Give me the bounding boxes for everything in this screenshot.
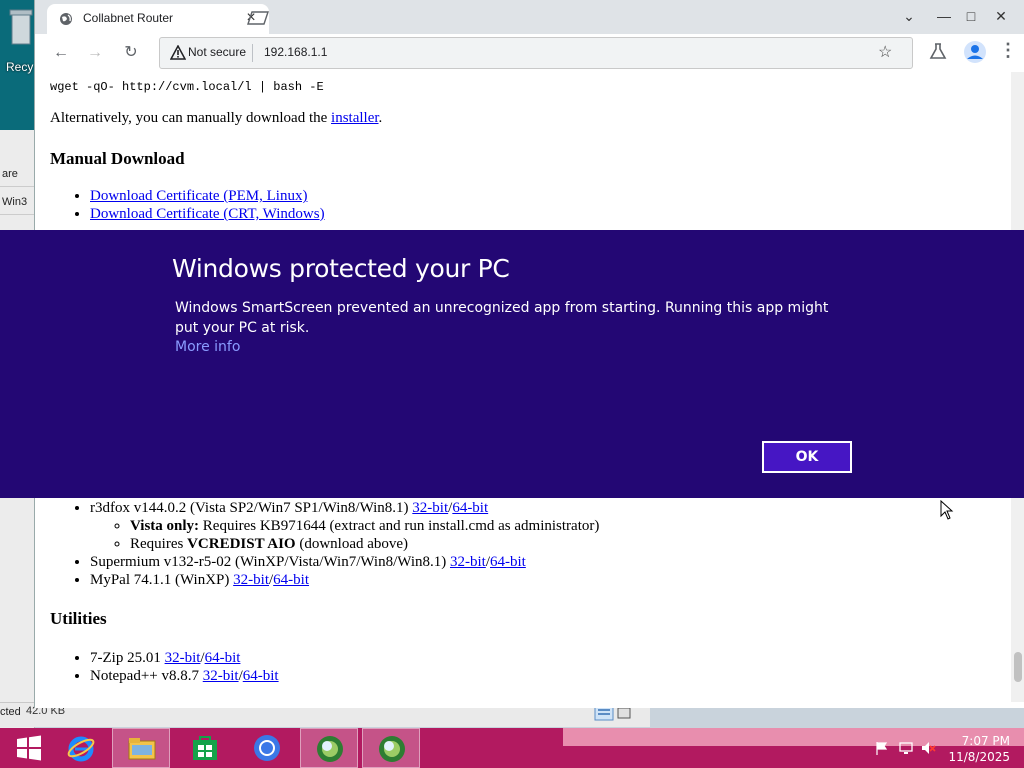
mypal-32bit-link[interactable]: 32-bit <box>233 572 269 588</box>
tab-title: Collabnet Router <box>83 11 174 25</box>
clock-time: 7:07 PM <box>961 734 1010 748</box>
r3dfox-notes: Vista only: Requires KB971644 (extract a… <box>90 517 599 553</box>
list-item: Download Certificate (CRT, Windows) <box>90 205 325 223</box>
alt-text: Alternatively, you can manually download… <box>50 110 332 126</box>
menu-dots-icon[interactable]: ⋮ <box>999 40 1017 61</box>
windows-logo-icon <box>17 735 41 761</box>
tab-strip: Collabnet Router × ⌄ — □ ✕ <box>35 0 1024 34</box>
taskbar-internet-explorer[interactable] <box>52 728 110 768</box>
list-item: Supermium v132-r5-02 (WinXP/Vista/Win7/W… <box>90 553 599 571</box>
7zip-32bit-link[interactable]: 32-bit <box>165 650 201 666</box>
utilities-heading: Utilities <box>50 609 107 628</box>
action-center-flag-icon[interactable] <box>874 740 890 756</box>
back-arrow-icon[interactable]: ← <box>49 42 73 64</box>
taskbar-store[interactable] <box>176 728 234 768</box>
list-item: MyPal 74.1.1 (WinXP) 32-bit/64-bit <box>90 571 599 589</box>
manual-download-list: Download Certificate (PEM, Linux) Downlo… <box>50 187 325 223</box>
browser-downloads-list: r3dfox v144.0.2 (Vista SP2/Win7 SP1/Win8… <box>50 499 599 589</box>
explorer-row[interactable]: Win3 <box>0 190 36 215</box>
maximize-button[interactable]: □ <box>957 2 985 30</box>
chromium-icon <box>254 735 280 761</box>
mypal-label: MyPal 74.1.1 (WinXP) <box>90 572 234 588</box>
start-button[interactable] <box>0 728 58 768</box>
tab-search-icon[interactable]: ⌄ <box>895 2 923 30</box>
taskbar-file-explorer[interactable] <box>112 728 170 768</box>
not-secure-label[interactable]: Not secure <box>188 45 246 59</box>
manual-download-heading: Manual Download <box>50 149 185 168</box>
taskbar-chromium[interactable] <box>238 728 296 768</box>
notepadpp-64bit-link[interactable]: 64-bit <box>243 668 279 684</box>
reload-icon[interactable]: ↻ <box>119 42 143 64</box>
list-item: Requires VCREDIST AIO (download above) <box>130 535 599 553</box>
vista-only-label: Vista only: <box>130 518 200 534</box>
browser-toolbar: ← → ↻ Not secure 192.168.1.1 ☆ ⋮ <box>35 34 1024 73</box>
forward-arrow-icon[interactable]: → <box>83 42 107 64</box>
r3dfox-32bit-link[interactable]: 32-bit <box>412 500 448 516</box>
install-command: wget -qO- http://cvm.local/l | bash -E <box>50 80 324 94</box>
list-item: Download Certificate (PEM, Linux) <box>90 187 325 205</box>
scrollbar-thumb[interactable] <box>1014 652 1022 682</box>
r3dfox-label: r3dfox v144.0.2 (Vista SP2/Win7 SP1/Win8… <box>90 500 413 516</box>
tab-collabnet-router[interactable]: Collabnet Router × <box>47 4 269 34</box>
vcredist-label: VCREDIST AIO <box>187 536 296 552</box>
supermium-64bit-link[interactable]: 64-bit <box>490 554 526 570</box>
taskbar-clock[interactable]: 7:07 PM 11/8/2025 <box>940 733 1010 765</box>
address-divider <box>252 44 253 62</box>
warning-triangle-icon[interactable] <box>170 45 186 61</box>
minimize-button[interactable]: — <box>930 2 958 30</box>
address-bar[interactable]: Not secure 192.168.1.1 ☆ <box>159 37 913 69</box>
new-tab-icon[interactable] <box>245 10 271 26</box>
list-item: Vista only: Requires KB971644 (extract a… <box>130 517 599 535</box>
notepadpp-label: Notepad++ v8.8.7 <box>90 668 203 684</box>
explorer-row[interactable]: are <box>0 162 36 187</box>
list-item: 7-Zip 25.01 32-bit/64-bit <box>90 649 279 667</box>
recycle-bin-label: Recy <box>6 60 34 74</box>
7zip-64bit-link[interactable]: 64-bit <box>205 650 241 666</box>
alt-install-text: Alternatively, you can manually download… <box>50 110 382 127</box>
browser-globe-icon <box>379 736 405 762</box>
more-info-link[interactable]: More info <box>175 339 240 355</box>
globe-icon <box>60 13 72 25</box>
notepadpp-32bit-link[interactable]: 32-bit <box>203 668 239 684</box>
profile-avatar-icon[interactable] <box>963 40 987 64</box>
folder-icon <box>128 738 156 760</box>
r3dfox-64bit-link[interactable]: 64-bit <box>452 500 488 516</box>
labs-flask-icon[interactable] <box>929 42 947 60</box>
browser-globe-icon <box>317 736 343 762</box>
url-text[interactable]: 192.168.1.1 <box>264 45 327 59</box>
crt-cert-link[interactable]: Download Certificate (CRT, Windows) <box>90 206 325 222</box>
supermium-label: Supermium v132-r5-02 (WinXP/Vista/Win7/W… <box>90 554 450 570</box>
clock-date: 11/8/2025 <box>948 750 1010 764</box>
list-item: r3dfox v144.0.2 (Vista SP2/Win7 SP1/Win8… <box>90 499 599 553</box>
installer-link[interactable]: installer <box>331 110 379 126</box>
volume-muted-icon[interactable] <box>920 740 936 756</box>
utilities-list: 7-Zip 25.01 32-bit/64-bit Notepad++ v8.8… <box>50 649 279 685</box>
requires-prefix: Requires <box>130 536 188 552</box>
7zip-label: 7-Zip 25.01 <box>90 650 165 666</box>
smartscreen-title: Windows protected your PC <box>172 254 510 283</box>
alt-suffix: . <box>378 110 383 126</box>
mypal-64bit-link[interactable]: 64-bit <box>273 572 309 588</box>
network-icon[interactable] <box>898 740 914 756</box>
list-item: Notepad++ v8.8.7 32-bit/64-bit <box>90 667 279 685</box>
supermium-32bit-link[interactable]: 32-bit <box>450 554 486 570</box>
internet-explorer-icon <box>67 736 95 762</box>
bookmark-star-icon[interactable]: ☆ <box>878 42 892 62</box>
smartscreen-message: Windows SmartScreen prevented an unrecog… <box>175 300 829 336</box>
store-icon <box>193 736 217 760</box>
close-window-button[interactable]: ✕ <box>987 2 1015 30</box>
requires-suffix: (download above) <box>295 536 409 552</box>
pem-cert-link[interactable]: Download Certificate (PEM, Linux) <box>90 188 307 204</box>
taskbar-browser-2[interactable] <box>362 728 420 768</box>
ok-button[interactable]: OK <box>762 441 852 473</box>
recycle-bin-icon[interactable] <box>8 6 34 46</box>
vista-note: Requires KB971644 (extract and run insta… <box>199 518 600 534</box>
taskbar-browser-1[interactable] <box>300 728 358 768</box>
smartscreen-dialog: Windows protected your PC Windows SmartS… <box>0 230 1024 498</box>
mouse-cursor-icon <box>940 500 954 520</box>
